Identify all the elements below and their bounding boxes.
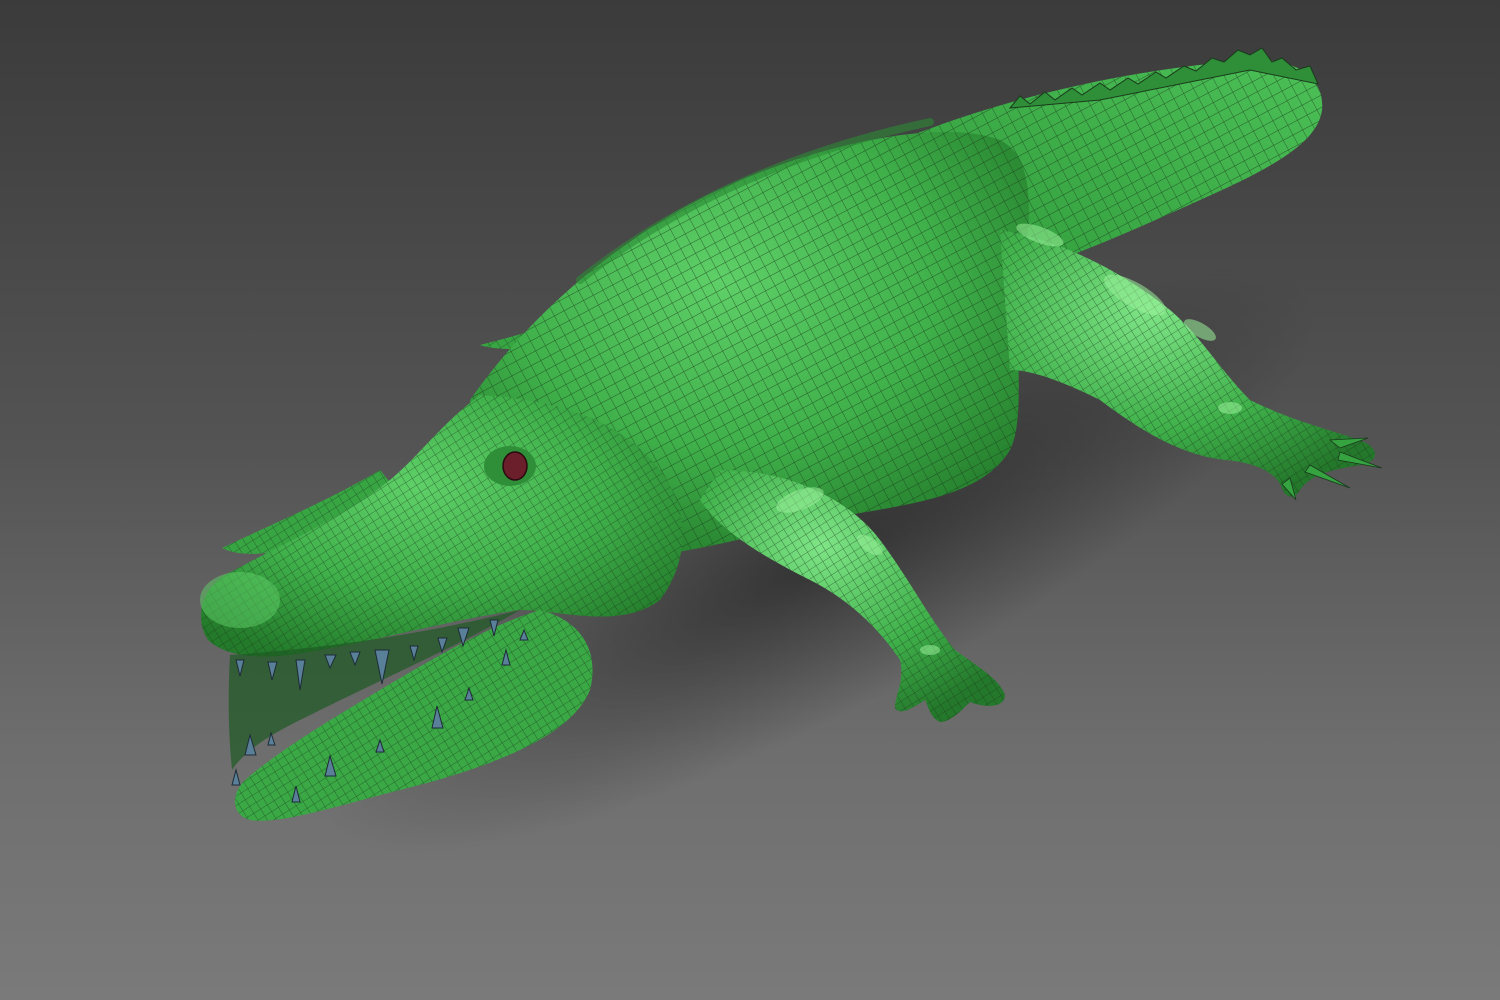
3d-viewport[interactable] [0, 0, 1500, 1000]
crocodile-model[interactable] [0, 0, 1500, 1000]
eye [502, 451, 528, 481]
